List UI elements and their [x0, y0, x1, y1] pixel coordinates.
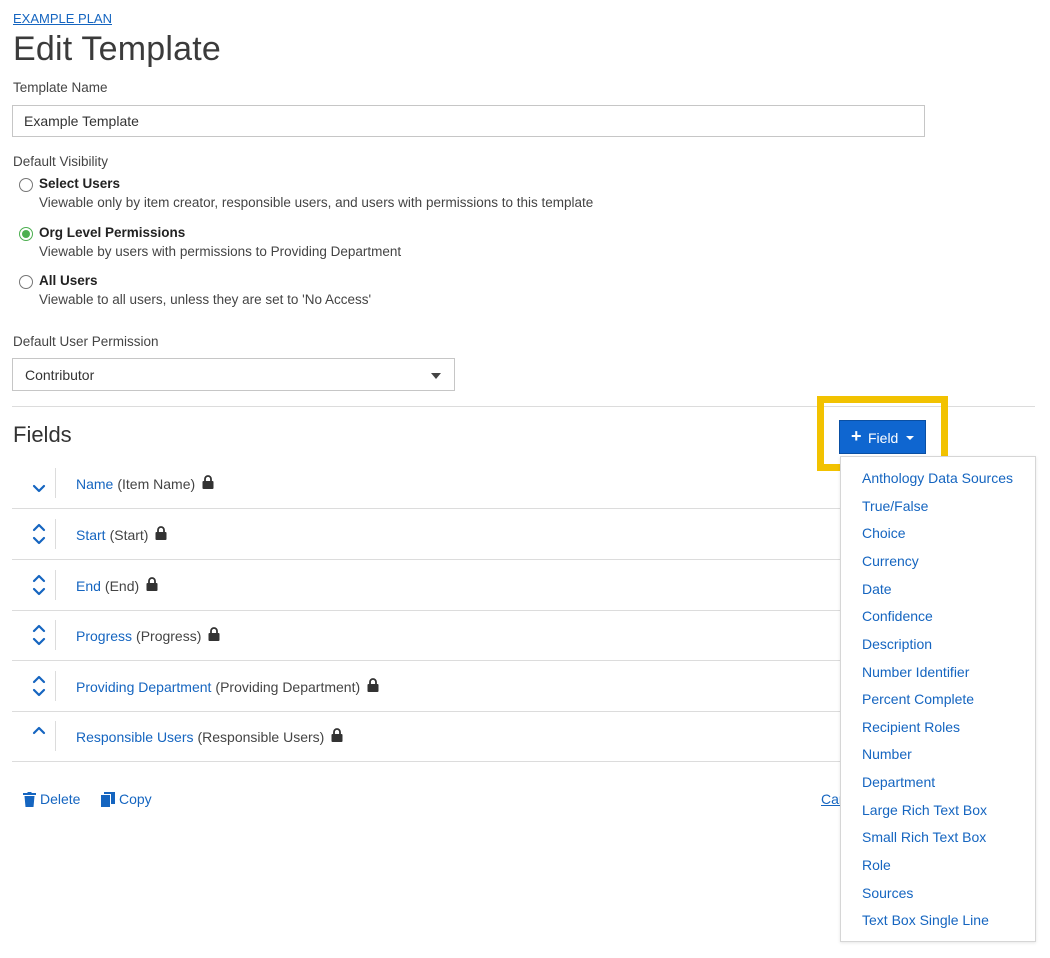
delete-button[interactable]: Delete: [23, 791, 80, 807]
field-internal-name: (Item Name): [117, 475, 196, 492]
row-divider: [55, 570, 56, 600]
menu-item[interactable]: Text Box Single Line: [862, 912, 989, 928]
menu-item[interactable]: Choice: [862, 525, 906, 541]
row-divider: [55, 468, 56, 498]
cancel-link[interactable]: Cancel: [821, 791, 841, 807]
menu-item[interactable]: Large Rich Text Box: [862, 802, 987, 818]
chevron-up-icon[interactable]: [28, 723, 50, 749]
field-row: Name (Item Name): [12, 458, 840, 509]
menu-item[interactable]: Number Identifier: [862, 664, 969, 680]
row-divider: [55, 620, 56, 650]
field-internal-name: (Start): [109, 526, 149, 543]
fields-heading: Fields: [13, 422, 72, 447]
lock-icon: [208, 627, 220, 644]
field-name-link[interactable]: Progress: [76, 628, 132, 644]
lock-icon: [202, 475, 214, 492]
lock-icon: [146, 577, 158, 594]
add-field-button[interactable]: + Field: [839, 420, 926, 454]
field-row: Progress (Progress): [12, 610, 840, 661]
menu-item[interactable]: Recipient Roles: [862, 719, 960, 735]
copy-icon: [101, 791, 115, 807]
caret-down-icon: [906, 436, 914, 440]
field-name-link[interactable]: Start: [76, 527, 106, 543]
template-name-input[interactable]: Example Template: [12, 105, 925, 137]
default-user-permission-select[interactable]: Contributor: [12, 358, 455, 391]
field-internal-name: (Providing Department): [215, 678, 361, 695]
field-row: Providing Department (Providing Departme…: [12, 661, 840, 712]
menu-item[interactable]: True/False: [862, 498, 928, 514]
row-divider: [55, 671, 56, 701]
field-name-link[interactable]: End: [76, 578, 101, 594]
radio-description: Viewable to all users, unless they are s…: [39, 292, 372, 307]
menu-item[interactable]: Currency: [862, 553, 919, 569]
field-row: Start (Start): [12, 509, 840, 560]
lock-icon: [155, 526, 167, 543]
menu-item[interactable]: Percent Complete: [862, 691, 974, 707]
menu-item[interactable]: Department: [862, 774, 935, 790]
radio-button[interactable]: [19, 275, 33, 289]
field-name-link[interactable]: Name: [76, 476, 113, 492]
menu-item[interactable]: Sources: [862, 885, 913, 901]
template-name-label: Template Name: [13, 80, 108, 95]
radio-title: All Users: [39, 273, 98, 288]
copy-button[interactable]: Copy: [101, 791, 152, 807]
reorder-icon[interactable]: [28, 622, 50, 648]
menu-item[interactable]: Role: [862, 857, 891, 873]
menu-item[interactable]: Small Rich Text Box: [862, 829, 986, 845]
page-title: Edit Template: [13, 30, 221, 68]
default-user-permission-label: Default User Permission: [13, 334, 159, 349]
field-name-link[interactable]: Providing Department: [76, 679, 211, 695]
row-divider: [55, 721, 56, 751]
lock-icon: [331, 728, 343, 745]
breadcrumb-link[interactable]: EXAMPLE PLAN: [13, 11, 112, 26]
reorder-icon[interactable]: [28, 673, 50, 699]
plus-icon: +: [851, 426, 862, 446]
row-divider: [55, 519, 56, 549]
field-name-link[interactable]: Responsible Users: [76, 729, 194, 745]
copy-label: Copy: [119, 791, 152, 807]
field-row: Responsible Users (Responsible Users): [12, 711, 840, 762]
menu-item[interactable]: Description: [862, 636, 932, 652]
trash-icon: [23, 791, 36, 807]
radio-description: Viewable by users with permissions to Pr…: [39, 244, 402, 259]
field-type-menu: Anthology Data Sources True/False Choice…: [840, 456, 1036, 942]
radio-title: Select Users: [39, 176, 121, 191]
radio-description: Viewable only by item creator, responsib…: [39, 195, 594, 210]
menu-item[interactable]: Confidence: [862, 608, 933, 624]
menu-item[interactable]: Anthology Data Sources: [862, 470, 1013, 486]
default-visibility-label: Default Visibility: [13, 154, 109, 169]
menu-item[interactable]: Date: [862, 581, 892, 597]
select-value: Contributor: [25, 367, 95, 383]
field-row: End (End): [12, 560, 840, 611]
radio-button-checked[interactable]: [19, 227, 33, 241]
field-internal-name: (End): [104, 577, 140, 594]
radio-title: Org Level Permissions: [39, 225, 186, 240]
lock-icon: [367, 678, 379, 695]
radio-button[interactable]: [19, 178, 33, 192]
reorder-icon[interactable]: [28, 521, 50, 547]
field-internal-name: (Progress): [136, 627, 202, 644]
reorder-icon[interactable]: [28, 572, 50, 598]
field-internal-name: (Responsible Users): [197, 728, 325, 745]
add-field-label: Field: [868, 430, 899, 446]
chevron-down-icon[interactable]: [28, 470, 50, 496]
caret-down-icon: [431, 373, 441, 379]
menu-item[interactable]: Number: [862, 746, 912, 762]
delete-label: Delete: [40, 791, 81, 807]
